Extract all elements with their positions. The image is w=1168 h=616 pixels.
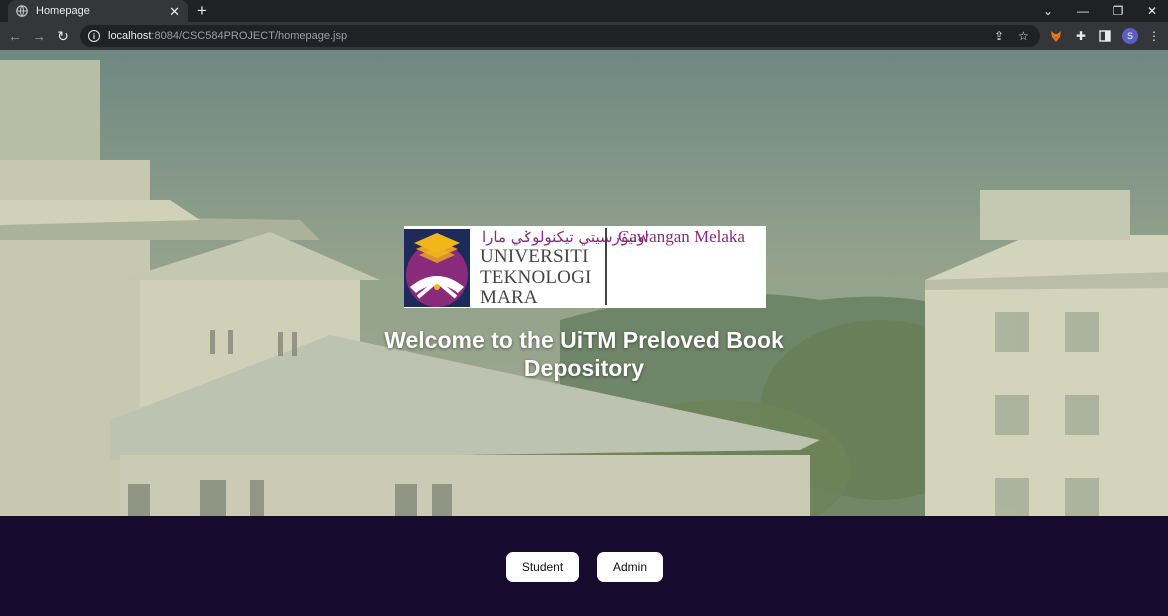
globe-icon (16, 5, 28, 17)
welcome-heading: Welcome to the UiTM Preloved Book Deposi… (334, 326, 834, 382)
student-button[interactable]: Student (506, 552, 579, 582)
window-close-icon[interactable]: ✕ (1135, 0, 1168, 22)
fox-extension-icon[interactable] (1048, 28, 1064, 44)
admin-button[interactable]: Admin (597, 552, 663, 582)
uitm-crest-icon (404, 229, 470, 307)
address-bar[interactable]: i localhost:8084/CSC584PROJECT/homepage.… (80, 25, 1040, 47)
browser-toolbar: ← → ↻ i localhost:8084/CSC584PROJECT/hom… (0, 22, 1168, 50)
side-panel-icon[interactable] (1097, 28, 1113, 44)
share-icon[interactable]: ⇪ (994, 29, 1004, 43)
url-host: localhost (108, 30, 152, 42)
logo-line-universiti: UNIVERSITI (480, 246, 589, 267)
role-selection-bar: Student Admin (0, 516, 1168, 616)
logo-campus-name: Cawangan Melaka (618, 227, 745, 246)
browser-tab[interactable]: Homepage ✕ (8, 0, 188, 22)
welcome-line-2: Depository (523, 355, 645, 381)
back-icon[interactable]: ← (4, 22, 26, 50)
forward-icon[interactable]: → (28, 22, 50, 50)
new-tab-button[interactable]: + (197, 1, 207, 21)
uitm-logo: اونيۏرسيتي تيكنولوݢي مارا UNIVERSITI TEK… (404, 226, 766, 308)
browser-tab-strip: Homepage ✕ + ⌄ — ❐ ✕ (0, 0, 1168, 22)
menu-dots-icon[interactable]: ⋮ (1146, 28, 1162, 44)
bookmark-star-icon[interactable]: ☆ (1018, 29, 1029, 43)
site-info-icon[interactable]: i (88, 30, 100, 42)
logo-line-teknologi: TEKNOLOGI (480, 267, 592, 288)
hero-section: اونيۏرسيتي تيكنولوݢي مارا UNIVERSITI TEK… (0, 50, 1168, 516)
restore-icon[interactable]: ❐ (1101, 0, 1135, 22)
url-path: :8084/CSC584PROJECT/homepage.jsp (151, 30, 348, 42)
close-icon[interactable]: ✕ (169, 5, 180, 18)
extensions-puzzle-icon[interactable]: ✚ (1073, 28, 1089, 44)
profile-avatar[interactable]: S (1122, 28, 1138, 44)
minimize-icon[interactable]: — (1066, 0, 1100, 22)
tab-title: Homepage (36, 5, 90, 17)
tab-search-icon[interactable]: ⌄ (1031, 0, 1065, 22)
page: اونيۏرسيتي تيكنولوݢي مارا UNIVERSITI TEK… (0, 50, 1168, 616)
logo-divider (605, 228, 607, 305)
logo-line-mara: MARA (480, 287, 538, 308)
reload-icon[interactable]: ↻ (52, 22, 74, 50)
welcome-line-1: Welcome to the UiTM Preloved Book (384, 327, 784, 353)
